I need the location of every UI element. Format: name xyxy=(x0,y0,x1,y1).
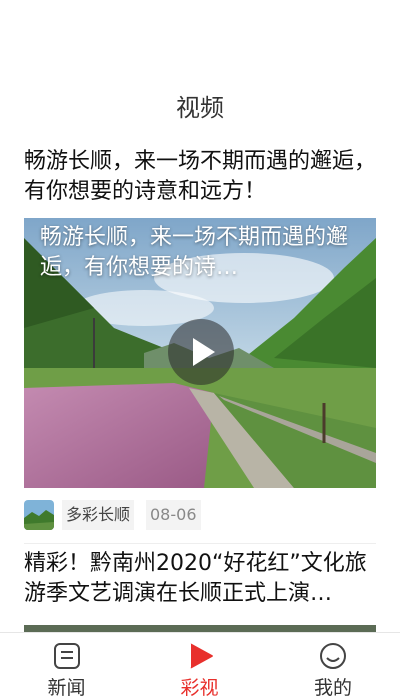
tab-label: 我的 xyxy=(313,677,352,699)
video-feed[interactable]: 畅游长顺，来一场不期而遇的邂逅，有你想要的诗意和远方！ 畅游长顺，来一场不期而遇… xyxy=(0,135,400,632)
bottom-tab-bar: 新闻 彩视 我的 xyxy=(0,632,400,700)
video-card[interactable]: 畅游长顺，来一场不期而遇的邂逅，有你想要的诗… xyxy=(24,218,376,488)
smiley-icon xyxy=(320,643,346,669)
video-title[interactable]: 精彩！黔南州2020“好花红”文化旅游季文艺调演在长顺正式上演… xyxy=(24,549,376,609)
channel-avatar[interactable] xyxy=(24,500,54,530)
video-date: 08-06 xyxy=(146,500,201,530)
header: 视频 xyxy=(0,0,400,135)
video-overlay-title: 畅游长顺，来一场不期而遇的邂逅，有你想要的诗… xyxy=(40,225,349,280)
video-meta: 多彩长顺 08-06 xyxy=(24,500,376,530)
video-title[interactable]: 畅游长顺，来一场不期而遇的邂逅，有你想要的诗意和远方！ xyxy=(24,147,376,207)
play-button[interactable] xyxy=(168,319,234,385)
divider xyxy=(24,543,376,544)
channel-name[interactable]: 多彩长顺 xyxy=(62,500,135,530)
tab-label: 新闻 xyxy=(47,677,86,699)
page-title: 视频 xyxy=(176,94,224,122)
play-icon xyxy=(190,643,213,669)
play-icon xyxy=(193,338,215,366)
tab-label: 彩视 xyxy=(180,677,219,699)
video-thumbnail[interactable] xyxy=(24,625,376,632)
news-icon xyxy=(53,643,80,669)
tab-news[interactable]: 新闻 xyxy=(0,633,133,700)
tab-mine[interactable]: 我的 xyxy=(266,633,400,700)
tab-video[interactable]: 彩视 xyxy=(133,633,266,700)
